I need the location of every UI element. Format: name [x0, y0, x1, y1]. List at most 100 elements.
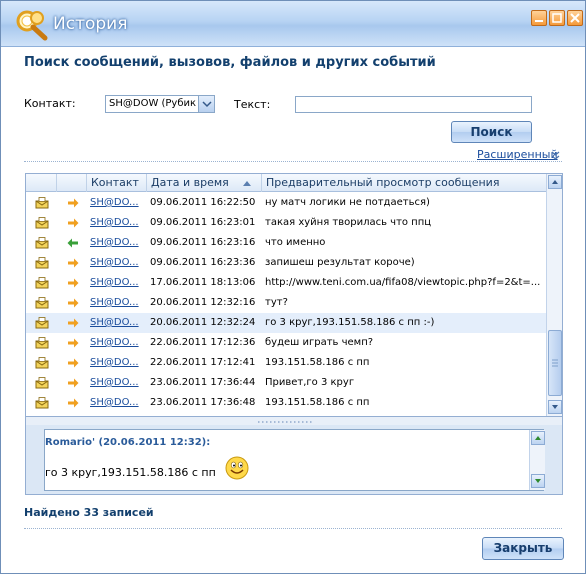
row-contact-link[interactable]: SH@DO...	[86, 273, 146, 293]
incoming-arrow-icon	[67, 238, 78, 248]
row-preview: тут?	[265, 297, 288, 308]
row-preview: запишеш результат короче)	[265, 257, 415, 268]
message-envelope-icon	[35, 257, 49, 269]
window-title: История	[53, 14, 128, 34]
table-row[interactable]: SH@DO... 09.06.2011 16:23:16 что именно	[26, 233, 546, 253]
arrow-down-icon	[552, 405, 558, 409]
smiley-icon	[225, 456, 249, 480]
search-magnifier-icon	[16, 10, 48, 41]
row-contact-link[interactable]: SH@DO...	[86, 393, 146, 413]
outgoing-arrow-icon	[68, 258, 79, 268]
row-datetime: 20.06.2011 12:32:16	[150, 297, 256, 308]
outgoing-arrow-icon	[68, 338, 79, 348]
message-envelope-icon	[35, 397, 49, 409]
table-row[interactable]: SH@DO... 17.06.2011 18:13:06 http://www.te…	[26, 273, 546, 293]
history-window: История Поиск сообщений, вызовов, файлов…	[0, 0, 586, 574]
maximize-icon	[552, 13, 562, 23]
row-contact-link[interactable]: SH@DO...	[86, 213, 146, 233]
page-heading: Поиск сообщений, вызовов, файлов и други…	[24, 55, 436, 70]
table-row[interactable]: SH@DO... 20.06.2011 12:32:16 тут?	[26, 293, 546, 313]
scroll-up-button[interactable]	[548, 175, 562, 189]
header-contact[interactable]: Контакт	[86, 174, 146, 192]
divider	[24, 161, 562, 162]
row-preview: http://www.teni.com.ua/fifa08/viewtopic.…	[265, 277, 541, 288]
message-envelope-icon	[35, 297, 49, 309]
row-contact-link[interactable]: SH@DO...	[86, 353, 146, 373]
table-row[interactable]: SH@DO... 23.06.2011 17:36:48 193.151.58.18…	[26, 393, 546, 413]
row-contact-link[interactable]: SH@DO...	[86, 293, 146, 313]
maximize-button[interactable]	[549, 10, 565, 26]
minimize-button[interactable]	[531, 10, 547, 26]
row-preview: что именно	[265, 237, 326, 248]
search-button[interactable]: Поиск	[451, 121, 532, 143]
close-window-button[interactable]	[567, 10, 583, 26]
row-preview: ну матч логики не потдаеться)	[265, 197, 430, 208]
row-contact-link[interactable]: SH@DO...	[86, 193, 146, 213]
table-row[interactable]: SH@DO... 22.06.2011 17:12:41 193.151.58.18…	[26, 353, 546, 373]
row-datetime: 22.06.2011 17:12:36	[150, 337, 256, 348]
table-row[interactable]: SH@DO... 09.06.2011 16:22:50 ну матч логик…	[26, 193, 546, 213]
message-envelope-icon	[35, 337, 49, 349]
row-contact-link[interactable]: SH@DO...	[86, 233, 146, 253]
row-contact-link[interactable]: SH@DO...	[86, 373, 146, 393]
arrow-down-icon	[535, 479, 541, 483]
message-envelope-icon	[35, 377, 49, 389]
title-bar[interactable]: История	[1, 1, 585, 47]
header-type-col[interactable]	[26, 174, 56, 192]
minimize-icon	[535, 20, 543, 22]
message-envelope-icon	[35, 197, 49, 209]
outgoing-arrow-icon	[68, 278, 79, 288]
grip-icon	[552, 359, 558, 367]
contact-dropdown-button[interactable]	[198, 96, 214, 112]
divider	[24, 528, 562, 529]
close-button[interactable]: Закрыть	[482, 537, 564, 560]
row-preview: 193.151.58.186 с пп	[265, 397, 370, 408]
row-datetime: 17.06.2011 18:13:06	[150, 277, 256, 288]
outgoing-arrow-icon	[68, 198, 79, 208]
table-row[interactable]: SH@DO... 20.06.2011 12:32:24 го 3 круг,193…	[26, 313, 546, 333]
message-envelope-icon	[35, 317, 49, 329]
arrow-up-icon	[535, 436, 541, 440]
preview-text: го 3 круг,193.151.58.186 с пп	[45, 466, 216, 479]
message-envelope-icon	[35, 357, 49, 369]
scroll-down-button[interactable]	[548, 400, 562, 414]
outgoing-arrow-icon	[68, 318, 79, 328]
outgoing-arrow-icon	[68, 358, 79, 368]
table-row[interactable]: SH@DO... 23.06.2011 17:36:44 Привет,го 3 к…	[26, 373, 546, 393]
row-preview: будеш играть чемп?	[265, 337, 374, 348]
outgoing-arrow-icon	[68, 378, 79, 388]
row-datetime: 23.06.2011 17:36:44	[150, 377, 256, 388]
table-row[interactable]: SH@DO... 22.06.2011 17:12:36 будеш играть …	[26, 333, 546, 353]
preview-scrollbar[interactable]	[529, 430, 545, 490]
outgoing-arrow-icon	[68, 298, 79, 308]
records-found-status: Найдено 33 записей	[24, 506, 154, 519]
contact-select[interactable]: SH@DOW (Рубик	[105, 95, 215, 113]
message-preview-panel: Romario' (20.06.2011 12:32): го 3 круг,1…	[25, 425, 563, 495]
row-datetime: 20.06.2011 12:32:24	[150, 317, 256, 328]
scroll-thumb[interactable]	[548, 330, 562, 396]
row-datetime: 09.06.2011 16:23:01	[150, 217, 256, 228]
row-datetime: 09.06.2011 16:23:16	[150, 237, 256, 248]
double-chevron-down-icon[interactable]	[551, 151, 560, 160]
contact-label: Контакт:	[24, 97, 76, 110]
message-envelope-icon	[35, 217, 49, 229]
header-direction-col[interactable]	[56, 174, 86, 192]
table-row[interactable]: SH@DO... 09.06.2011 16:23:36 запишеш резул…	[26, 253, 546, 273]
preview-sender: Romario' (20.06.2011 12:32):	[45, 437, 211, 448]
row-preview: Привет,го 3 круг	[265, 377, 355, 388]
search-text-input[interactable]	[295, 96, 532, 113]
header-preview[interactable]: Предварительный просмотр сообщения	[261, 174, 546, 192]
row-contact-link[interactable]: SH@DO...	[86, 313, 146, 333]
preview-scroll-up-button[interactable]	[531, 431, 545, 445]
advanced-search-link[interactable]: Расширенный	[477, 148, 558, 161]
message-preview[interactable]: Romario' (20.06.2011 12:32): го 3 круг,1…	[44, 429, 545, 491]
row-datetime: 23.06.2011 17:36:48	[150, 397, 256, 408]
preview-scroll-down-button[interactable]	[531, 474, 545, 488]
contact-select-value: SH@DOW (Рубик	[109, 98, 197, 109]
text-label: Текст:	[234, 98, 271, 111]
row-contact-link[interactable]: SH@DO...	[86, 333, 146, 353]
row-contact-link[interactable]: SH@DO...	[86, 253, 146, 273]
table-row[interactable]: SH@DO... 09.06.2011 16:23:01 такая хуйня т…	[26, 213, 546, 233]
table-scrollbar[interactable]	[546, 174, 562, 416]
message-envelope-icon	[35, 237, 49, 249]
